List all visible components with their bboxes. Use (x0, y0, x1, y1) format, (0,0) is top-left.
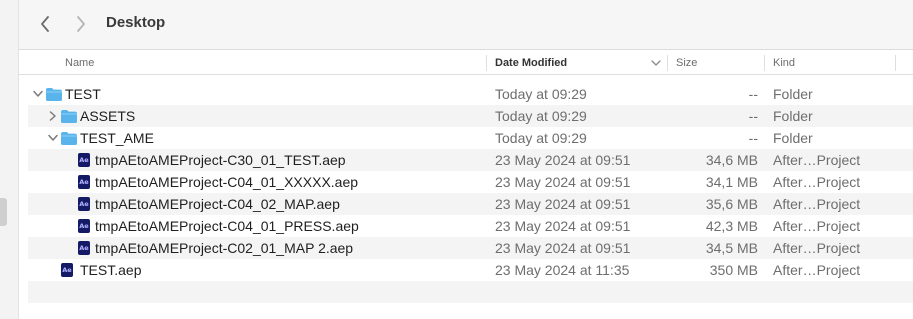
after-effects-file-icon: Ae (78, 241, 90, 255)
column-divider[interactable] (667, 55, 668, 71)
file-list: TEST Today at 09:29 -- Folder ASSETS Today at… (28, 83, 913, 303)
after-effects-file-icon: Ae (61, 263, 73, 277)
file-row[interactable]: Ae tmpAEtoAMEProject-C30_01_TEST.aep 23 Ma… (28, 149, 913, 171)
date-modified: 23 May 2024 at 09:51 (495, 196, 631, 212)
file-kind: After…Project (773, 262, 861, 278)
file-size: 34,1 MB (705, 174, 758, 190)
chevron-right-icon (77, 16, 85, 32)
file-name[interactable]: ASSETS (80, 105, 135, 127)
disclosure-expanded-icon[interactable] (46, 127, 60, 149)
date-modified: 23 May 2024 at 09:51 (495, 152, 631, 168)
chevron-down-icon[interactable] (651, 60, 661, 67)
file-row[interactable]: Ae tmpAEtoAMEProject-C02_01_MAP 2.aep 23 M… (28, 237, 913, 259)
file-kind: After…Project (773, 240, 861, 256)
file-row[interactable]: Ae tmpAEtoAMEProject-C04_02_MAP.aep 23 May… (28, 193, 913, 215)
date-modified: 23 May 2024 at 09:51 (495, 174, 631, 190)
date-modified: 23 May 2024 at 09:51 (495, 240, 631, 256)
toolbar: Desktop (19, 0, 913, 50)
disclosure-collapsed-icon[interactable] (46, 105, 60, 127)
column-size[interactable]: Size (676, 51, 697, 75)
sidebar-edge (0, 0, 19, 319)
file-name[interactable]: TEST_AME (80, 127, 154, 149)
column-date-modified[interactable]: Date Modified (495, 51, 567, 75)
file-name[interactable]: tmpAEtoAMEProject-C04_02_MAP.aep (95, 193, 340, 215)
file-size: 350 MB (709, 262, 758, 278)
file-name[interactable]: tmpAEtoAMEProject-C02_01_MAP 2.aep (95, 237, 353, 259)
date-modified: 23 May 2024 at 09:51 (495, 218, 631, 234)
column-kind[interactable]: Kind (773, 51, 795, 75)
date-modified: Today at 09:29 (495, 108, 587, 124)
forward-button[interactable] (70, 12, 92, 36)
column-divider[interactable] (895, 55, 896, 71)
date-modified: Today at 09:29 (495, 130, 587, 146)
file-name[interactable]: tmpAEtoAMEProject-C04_01_PRESS.aep (95, 215, 359, 237)
back-button[interactable] (34, 12, 56, 36)
file-row[interactable]: Ae TEST.aep 23 May 2024 at 11:35 350 MB Afte… (28, 259, 913, 281)
file-size: -- (748, 108, 758, 124)
folder-row[interactable]: TEST_AME Today at 09:29 -- Folder (28, 127, 913, 149)
after-effects-file-icon: Ae (78, 153, 90, 167)
resize-handle[interactable] (0, 198, 7, 226)
file-kind: After…Project (773, 218, 861, 234)
column-divider[interactable] (764, 55, 765, 71)
after-effects-file-icon: Ae (78, 175, 90, 189)
file-name[interactable]: tmpAEtoAMEProject-C30_01_TEST.aep (95, 149, 346, 171)
column-header: Name Date Modified Size Kind (19, 51, 913, 75)
after-effects-file-icon: Ae (78, 219, 90, 233)
file-kind: Folder (773, 86, 813, 102)
file-size: 34,5 MB (705, 240, 758, 256)
file-size: -- (748, 86, 758, 102)
window-title: Desktop (106, 14, 166, 31)
column-divider[interactable] (486, 55, 487, 71)
disclosure-expanded-icon[interactable] (31, 83, 45, 105)
file-kind: After…Project (773, 196, 861, 212)
file-size: -- (748, 130, 758, 146)
file-size: 42,3 MB (705, 218, 758, 234)
file-size: 35,6 MB (705, 196, 758, 212)
folder-row[interactable]: ASSETS Today at 09:29 -- Folder (28, 105, 913, 127)
empty-row (28, 281, 913, 303)
file-name[interactable]: TEST.aep (80, 259, 141, 281)
file-size: 34,6 MB (705, 152, 758, 168)
date-modified: Today at 09:29 (495, 86, 587, 102)
column-name[interactable]: Name (65, 51, 94, 75)
file-kind: Folder (773, 108, 813, 124)
file-row[interactable]: Ae tmpAEtoAMEProject-C04_01_XXXXX.aep 23 M… (28, 171, 913, 193)
file-name[interactable]: tmpAEtoAMEProject-C04_01_XXXXX.aep (95, 171, 358, 193)
after-effects-file-icon: Ae (78, 197, 90, 211)
file-name[interactable]: TEST (65, 83, 101, 105)
file-kind: Folder (773, 130, 813, 146)
chevron-left-icon (41, 16, 49, 32)
file-kind: After…Project (773, 152, 861, 168)
date-modified: 23 May 2024 at 11:35 (495, 262, 630, 278)
file-row[interactable]: Ae tmpAEtoAMEProject-C04_01_PRESS.aep 23 M… (28, 215, 913, 237)
folder-row[interactable]: TEST Today at 09:29 -- Folder (28, 83, 913, 105)
file-kind: After…Project (773, 174, 861, 190)
